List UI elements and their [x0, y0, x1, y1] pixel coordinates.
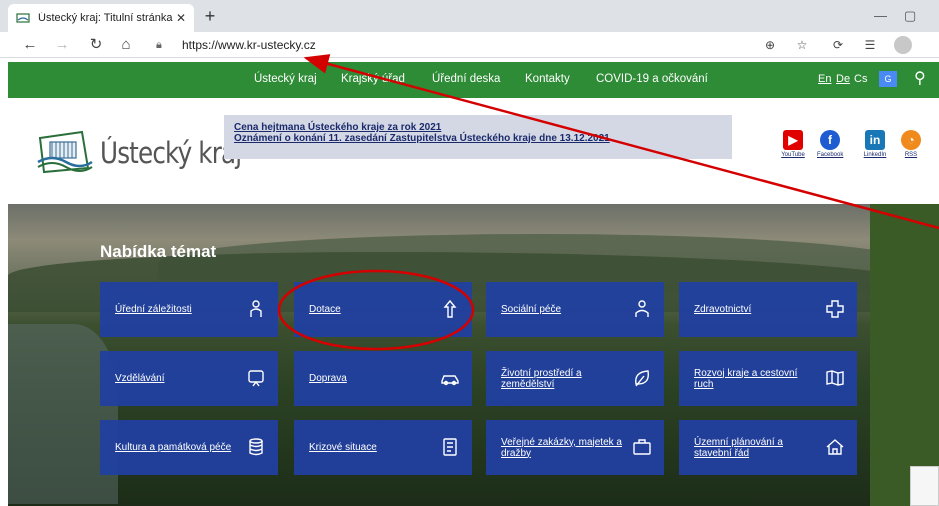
favorite-star-icon[interactable]: ☆	[792, 35, 812, 55]
news-link-2[interactable]: Oznámení o konání 11. zasedání Zastupite…	[234, 133, 722, 144]
nav-item-covid[interactable]: COVID-19 a očkování	[596, 73, 708, 85]
social-linkedin[interactable]: in LinkedIn	[862, 130, 888, 158]
region-logo-icon[interactable]	[34, 128, 94, 174]
site-brand[interactable]: Ústecký kraj	[100, 136, 242, 170]
social-facebook[interactable]: f Facebook	[817, 130, 843, 158]
topic-card-uzemni-planovani[interactable]: Územní plánování a stavební řád	[679, 420, 857, 475]
topic-card-label: Vzdělávání	[115, 373, 165, 384]
browser-toolbar: ← → ↻ ⌂ 🔒︎ https://www.kr-ustecky.cz ⊕ ☆…	[0, 32, 939, 58]
topic-card-label: Zdravotnictví	[694, 304, 752, 315]
reload-icon[interactable]: ↻	[86, 35, 106, 55]
lang-cs[interactable]: Cs	[854, 73, 867, 85]
people-icon	[250, 300, 262, 317]
hero-title: Nabídka témat	[100, 242, 217, 261]
chalkboard-icon	[248, 370, 264, 387]
topic-card-label: Životní prostředí a zemědělství	[501, 367, 582, 390]
topic-card-label: Krizové situace	[309, 442, 377, 453]
linkedin-icon: in	[865, 130, 885, 150]
coins-icon	[249, 438, 263, 456]
site-header: Ústecký kraj Cena hejtmana Ústeckého kra…	[8, 98, 939, 204]
topic-card-zivotni-prostredi[interactable]: Životní prostředí a zemědělství	[486, 351, 664, 406]
briefcase-icon	[633, 439, 651, 455]
main-nav: Ústecký kraj Krajský úřad Úřední deska K…	[8, 62, 939, 98]
nav-item-kontakty[interactable]: Kontakty	[525, 73, 570, 85]
topic-card-socialni-pece[interactable]: Sociální péče	[486, 282, 664, 337]
browser-tab[interactable]: Ústecký kraj: Titulní stránka ✕	[8, 4, 194, 32]
social-label-facebook: Facebook	[817, 152, 844, 158]
forward-icon[interactable]: →	[52, 35, 72, 55]
home-icon[interactable]: ⌂	[116, 35, 136, 55]
car-icon	[441, 375, 459, 386]
zoom-icon[interactable]: ⊕	[760, 35, 780, 55]
hand-coin-icon	[443, 299, 457, 318]
social-label-rss: RSS	[904, 152, 918, 158]
topic-card-rozvoj-kraje[interactable]: Rozvoj kraje a cestovní ruch	[679, 351, 857, 406]
tab-title: Ústecký kraj: Titulní stránka	[38, 12, 173, 24]
extensions-icon[interactable]: ⟳	[828, 35, 848, 55]
social-label-youtube: YouTube	[781, 152, 805, 158]
social-label-linkedin: LinkedIn	[863, 152, 887, 158]
hero-section: Nabídka témat Úřední záležitosti Dotace …	[8, 204, 939, 506]
topic-card-label: Veřejné zakázky, majetek a dražby	[501, 436, 622, 459]
new-tab-icon[interactable]: +	[200, 6, 220, 26]
news-link-1[interactable]: Cena hejtmana Ústeckého kraje za rok 202…	[234, 122, 722, 133]
profile-avatar[interactable]	[894, 36, 912, 54]
collections-icon[interactable]: ☰	[860, 35, 880, 55]
topic-card-label: Kultura a památková péče	[115, 442, 232, 453]
restore-icon[interactable]: ▢	[904, 8, 916, 24]
social-youtube[interactable]: ▶ YouTube	[780, 130, 806, 158]
topic-card-doprava[interactable]: Doprava	[294, 351, 472, 406]
lang-en[interactable]: En	[818, 73, 831, 85]
topic-card-zdravotnictvi[interactable]: Zdravotnictví	[679, 282, 857, 337]
topic-card-label: Rozvoj kraje a cestovní ruch	[694, 367, 798, 390]
nav-item-krajsky-urad[interactable]: Krajský úřad	[341, 73, 405, 85]
topic-card-vzdelavani[interactable]: Vzdělávání	[100, 351, 278, 406]
google-translate-icon[interactable]: G	[879, 71, 897, 87]
nav-item-uredni-deska[interactable]: Úřední deska	[432, 73, 500, 85]
search-icon[interactable]: ⚲	[914, 68, 926, 88]
address-bar-url: https://www.kr-ustecky.cz	[182, 38, 316, 52]
topic-card-uredni-zalezitosti[interactable]: Úřední záležitosti	[100, 282, 278, 337]
topic-card-krizove-situace[interactable]: Krizové situace	[294, 420, 472, 475]
house-icon	[826, 439, 844, 455]
browser-tab-bar: Ústecký kraj: Titulní stránka ✕ + — ▢	[0, 0, 939, 32]
lock-icon: 🔒︎	[156, 39, 162, 51]
rss-icon: ◔	[901, 130, 921, 150]
person-icon	[635, 300, 649, 317]
facebook-icon: f	[820, 130, 840, 150]
minimize-icon[interactable]: —	[874, 8, 887, 23]
topic-card-label: Úřední záležitosti	[115, 304, 192, 315]
leaf-icon	[635, 370, 649, 387]
topic-card-label: Územní plánování a stavební řád	[694, 436, 783, 459]
topic-card-label: Dotace	[309, 304, 341, 315]
youtube-icon: ▶	[783, 130, 803, 150]
close-tab-icon[interactable]: ✕	[176, 11, 186, 25]
address-bar[interactable]: 🔒︎ https://www.kr-ustecky.cz	[152, 34, 752, 56]
topic-card-dotace[interactable]: Dotace	[294, 282, 472, 337]
nav-item-ustecky-kraj[interactable]: Ústecký kraj	[254, 73, 317, 85]
topic-card-kultura[interactable]: Kultura a památková péče	[100, 420, 278, 475]
site-favicon-icon	[16, 13, 30, 23]
social-rss[interactable]: ◔ RSS	[898, 130, 924, 158]
document-icon	[443, 438, 457, 456]
topic-card-label: Doprava	[309, 373, 347, 384]
map-icon	[826, 370, 844, 386]
topic-card-verejne-zakazky[interactable]: Veřejné zakázky, majetek a dražby	[486, 420, 664, 475]
hero-tree	[870, 204, 939, 506]
recaptcha-badge[interactable]	[910, 466, 939, 506]
medical-cross-icon	[826, 300, 844, 318]
back-icon[interactable]: ←	[20, 35, 40, 55]
news-box: Cena hejtmana Ústeckého kraje za rok 202…	[224, 115, 732, 159]
lang-de[interactable]: De	[836, 73, 850, 85]
topic-card-label: Sociální péče	[501, 304, 562, 315]
